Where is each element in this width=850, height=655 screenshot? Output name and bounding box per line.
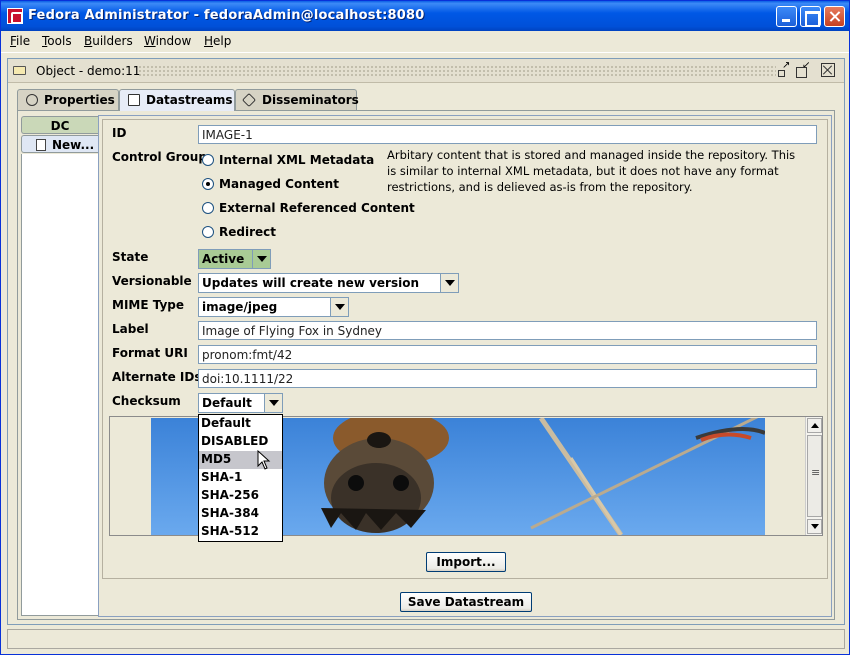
- checksum-select[interactable]: Default: [198, 393, 283, 413]
- datastreams-panel: DC New... ID IMAGE-1 Control Group Inter…: [17, 110, 835, 620]
- control-group-label: Control Group: [112, 150, 207, 164]
- id-label: ID: [112, 126, 127, 140]
- mime-type-select[interactable]: image/jpeg: [198, 297, 349, 317]
- tab-properties[interactable]: Properties: [17, 89, 119, 110]
- title-bar[interactable]: Fedora Administrator - fedoraAdmin@local…: [1, 1, 849, 31]
- image-vertical-scrollbar[interactable]: [805, 417, 822, 535]
- radio-internal-xml-label[interactable]: Internal XML Metadata: [219, 153, 374, 167]
- scroll-thumb[interactable]: [807, 435, 822, 517]
- new-datastream-pane: ID IMAGE-1 Control Group Internal XML Me…: [98, 115, 832, 617]
- radio-redirect[interactable]: [202, 226, 214, 238]
- datastreams-icon: [128, 94, 140, 106]
- side-tab-new[interactable]: New...: [21, 135, 98, 153]
- frame-iconify-icon[interactable]: [777, 60, 791, 77]
- label-label: Label: [112, 322, 149, 336]
- fedora-app-icon: [7, 8, 23, 24]
- radio-redirect-label[interactable]: Redirect: [219, 225, 276, 239]
- control-group-description: Arbitary content that is stored and mana…: [387, 148, 796, 194]
- checksum-label: Checksum: [112, 394, 181, 408]
- state-value: Active: [202, 252, 245, 266]
- maximize-button[interactable]: [800, 6, 821, 27]
- folder-icon: [13, 66, 26, 75]
- object-frame-titlebar[interactable]: Object - demo:11: [8, 59, 844, 83]
- state-label: State: [112, 250, 149, 264]
- import-button[interactable]: Import...: [426, 552, 506, 572]
- chevron-down-icon[interactable]: [264, 394, 282, 412]
- tab-datastreams-label: Datastreams: [146, 93, 233, 107]
- object-frame-title: Object - demo:11: [36, 64, 141, 78]
- checksum-value: Default: [202, 396, 252, 410]
- alternate-ids-label: Alternate IDs: [112, 370, 202, 384]
- menu-help[interactable]: Help: [204, 34, 231, 48]
- mouse-pointer-icon: [257, 450, 271, 470]
- chevron-down-icon[interactable]: [440, 274, 458, 292]
- scroll-down-icon[interactable]: [807, 519, 822, 534]
- checksum-option-disabled[interactable]: DISABLED: [199, 433, 282, 451]
- radio-managed-content-label[interactable]: Managed Content: [219, 177, 339, 191]
- menu-file[interactable]: File: [10, 34, 30, 48]
- mime-type-label: MIME Type: [112, 298, 185, 312]
- properties-icon: [26, 94, 38, 106]
- datastream-form: ID IMAGE-1 Control Group Internal XML Me…: [102, 119, 828, 579]
- side-tab-new-label: New...: [52, 138, 95, 152]
- chevron-down-icon[interactable]: [330, 298, 348, 316]
- save-datastream-button[interactable]: Save Datastream: [400, 592, 532, 612]
- side-tab-dc[interactable]: DC: [21, 116, 98, 134]
- versionable-select[interactable]: Updates will create new version: [198, 273, 459, 293]
- radio-managed-content[interactable]: [202, 178, 214, 190]
- checksum-option-sha512[interactable]: SHA-512: [199, 523, 282, 541]
- label-field[interactable]: Image of Flying Fox in Sydney: [198, 321, 817, 340]
- new-document-icon: [36, 139, 46, 151]
- menu-window[interactable]: Window: [144, 34, 191, 48]
- minimize-button[interactable]: [776, 6, 797, 27]
- format-uri-label: Format URI: [112, 346, 188, 360]
- frame-close-icon[interactable]: [821, 63, 835, 77]
- versionable-label: Versionable: [112, 274, 192, 288]
- tab-properties-label: Properties: [44, 93, 115, 107]
- checksum-option-default[interactable]: Default: [199, 415, 282, 433]
- titlebar-grip: [138, 65, 776, 77]
- state-select[interactable]: Active: [198, 249, 271, 269]
- tab-disseminators-label: Disseminators: [262, 93, 359, 107]
- radio-external-referenced-label[interactable]: External Referenced Content: [219, 201, 415, 215]
- menu-builders[interactable]: Builders: [84, 34, 133, 48]
- chevron-down-icon[interactable]: [252, 250, 270, 268]
- versionable-value: Updates will create new version: [202, 276, 420, 290]
- id-field[interactable]: IMAGE-1: [198, 125, 817, 144]
- tab-datastreams[interactable]: Datastreams: [119, 89, 235, 111]
- tab-disseminators[interactable]: Disseminators: [235, 89, 359, 110]
- disseminators-icon: [241, 92, 257, 108]
- checksum-dropdown-list: Default DISABLED MD5 SHA-1 SHA-256 SHA-3…: [198, 414, 283, 542]
- scroll-up-icon[interactable]: [807, 418, 822, 433]
- mime-type-value: image/jpeg: [202, 300, 278, 314]
- application-window: Fedora Administrator - fedoraAdmin@local…: [0, 0, 850, 655]
- close-button[interactable]: [824, 6, 845, 27]
- checksum-option-sha1[interactable]: SHA-1: [199, 469, 282, 487]
- frame-maximize-icon[interactable]: [796, 60, 810, 78]
- menu-tools[interactable]: Tools: [42, 34, 72, 48]
- radio-internal-xml[interactable]: [202, 154, 214, 166]
- side-tab-strip: [21, 154, 98, 616]
- radio-external-referenced[interactable]: [202, 202, 214, 214]
- alternate-ids-field[interactable]: doi:10.1111/22: [198, 369, 817, 388]
- checksum-option-sha256[interactable]: SHA-256: [199, 487, 282, 505]
- object-internal-frame: Object - demo:11 Properties Datastreams …: [7, 58, 845, 625]
- menu-bar: File Tools Builders Window Help: [1, 31, 849, 53]
- window-title: Fedora Administrator - fedoraAdmin@local…: [28, 8, 425, 23]
- format-uri-field[interactable]: pronom:fmt/42: [198, 345, 817, 364]
- status-bar: [7, 629, 845, 649]
- checksum-option-sha384[interactable]: SHA-384: [199, 505, 282, 523]
